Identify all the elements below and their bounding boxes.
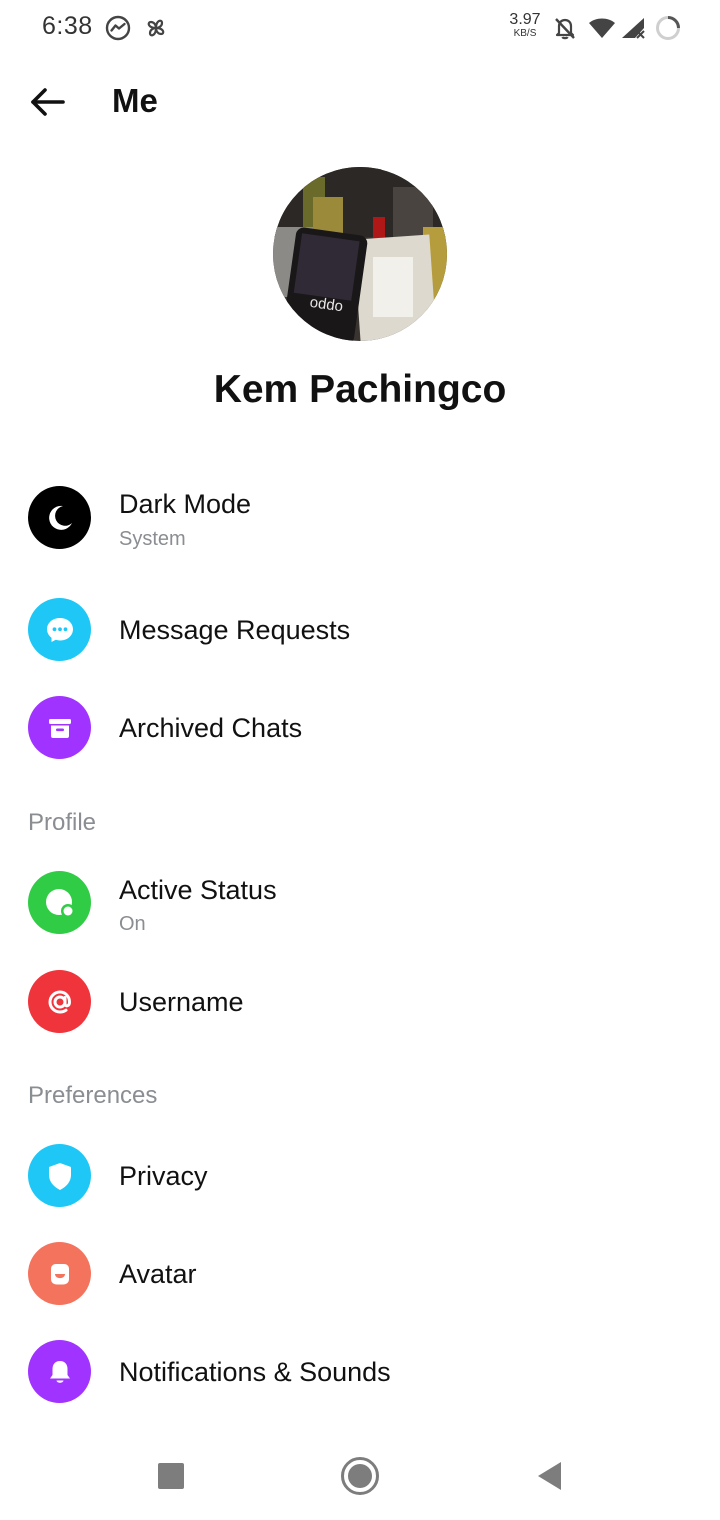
menu-sub-dark-mode: System	[119, 528, 186, 550]
section-header-profile: Profile	[28, 809, 97, 836]
menu-item-archived-chats[interactable]: Archived Chats	[0, 696, 720, 759]
moon-icon	[28, 486, 91, 549]
cell-signal-icon	[620, 14, 648, 42]
chat-bubble-icon	[28, 598, 91, 661]
recents-square-icon	[157, 1462, 185, 1495]
menu-sub-active-status: On	[119, 913, 146, 935]
menu-item-active-status[interactable]: Active Status On	[0, 871, 720, 951]
menu-label-avatar: Avatar	[119, 1259, 197, 1289]
pinwheel-icon	[142, 14, 170, 42]
loading-ring-icon	[654, 14, 682, 42]
wifi-icon	[588, 14, 616, 42]
menu-label-dark-mode: Dark Mode	[119, 489, 252, 519]
network-speed-unit: KB/S	[513, 28, 537, 39]
menu-label-archived-chats: Archived Chats	[119, 713, 303, 743]
avatar[interactable]: oppo	[273, 167, 447, 341]
network-speed-value: 3.97	[509, 11, 541, 28]
page-title: Me	[112, 82, 158, 119]
messenger-icon	[104, 14, 132, 42]
at-sign-icon	[28, 970, 91, 1033]
avatar-photo: oppo	[273, 167, 447, 341]
status-bar: 6:38 3.97 KB/S	[0, 0, 720, 56]
recents-button[interactable]	[145, 1452, 197, 1504]
active-status-icon	[28, 871, 91, 934]
menu-item-avatar[interactable]: Avatar	[0, 1242, 720, 1305]
menu-label-active-status: Active Status	[119, 875, 277, 905]
profile-name: Kem Pachingco	[213, 368, 507, 411]
bell-off-icon	[551, 14, 579, 42]
menu-label-notifications: Notifications & Sounds	[119, 1357, 391, 1387]
menu-label-username: Username	[119, 987, 244, 1017]
menu-item-username[interactable]: Username	[0, 970, 720, 1033]
back-button[interactable]	[22, 78, 74, 130]
back-arrow-icon	[29, 87, 67, 122]
menu-item-privacy[interactable]: Privacy	[0, 1144, 720, 1207]
avatar-face-icon	[28, 1242, 91, 1305]
menu-label-message-requests: Message Requests	[119, 615, 351, 645]
status-time: 6:38	[42, 12, 93, 40]
menu-item-dark-mode[interactable]: Dark Mode System	[0, 486, 720, 566]
archive-box-icon	[28, 696, 91, 759]
section-header-preferences: Preferences	[28, 1082, 158, 1109]
back-nav-button[interactable]	[524, 1452, 576, 1504]
home-circle-icon	[340, 1456, 380, 1501]
home-button[interactable]	[334, 1452, 386, 1504]
menu-item-notifications[interactable]: Notifications & Sounds	[0, 1340, 720, 1403]
shield-icon	[28, 1144, 91, 1207]
bell-icon	[28, 1340, 91, 1403]
network-speed: 3.97 KB/S	[506, 12, 544, 39]
menu-label-privacy: Privacy	[119, 1161, 208, 1191]
back-triangle-icon	[536, 1461, 564, 1496]
menu-item-message-requests[interactable]: Message Requests	[0, 598, 720, 661]
